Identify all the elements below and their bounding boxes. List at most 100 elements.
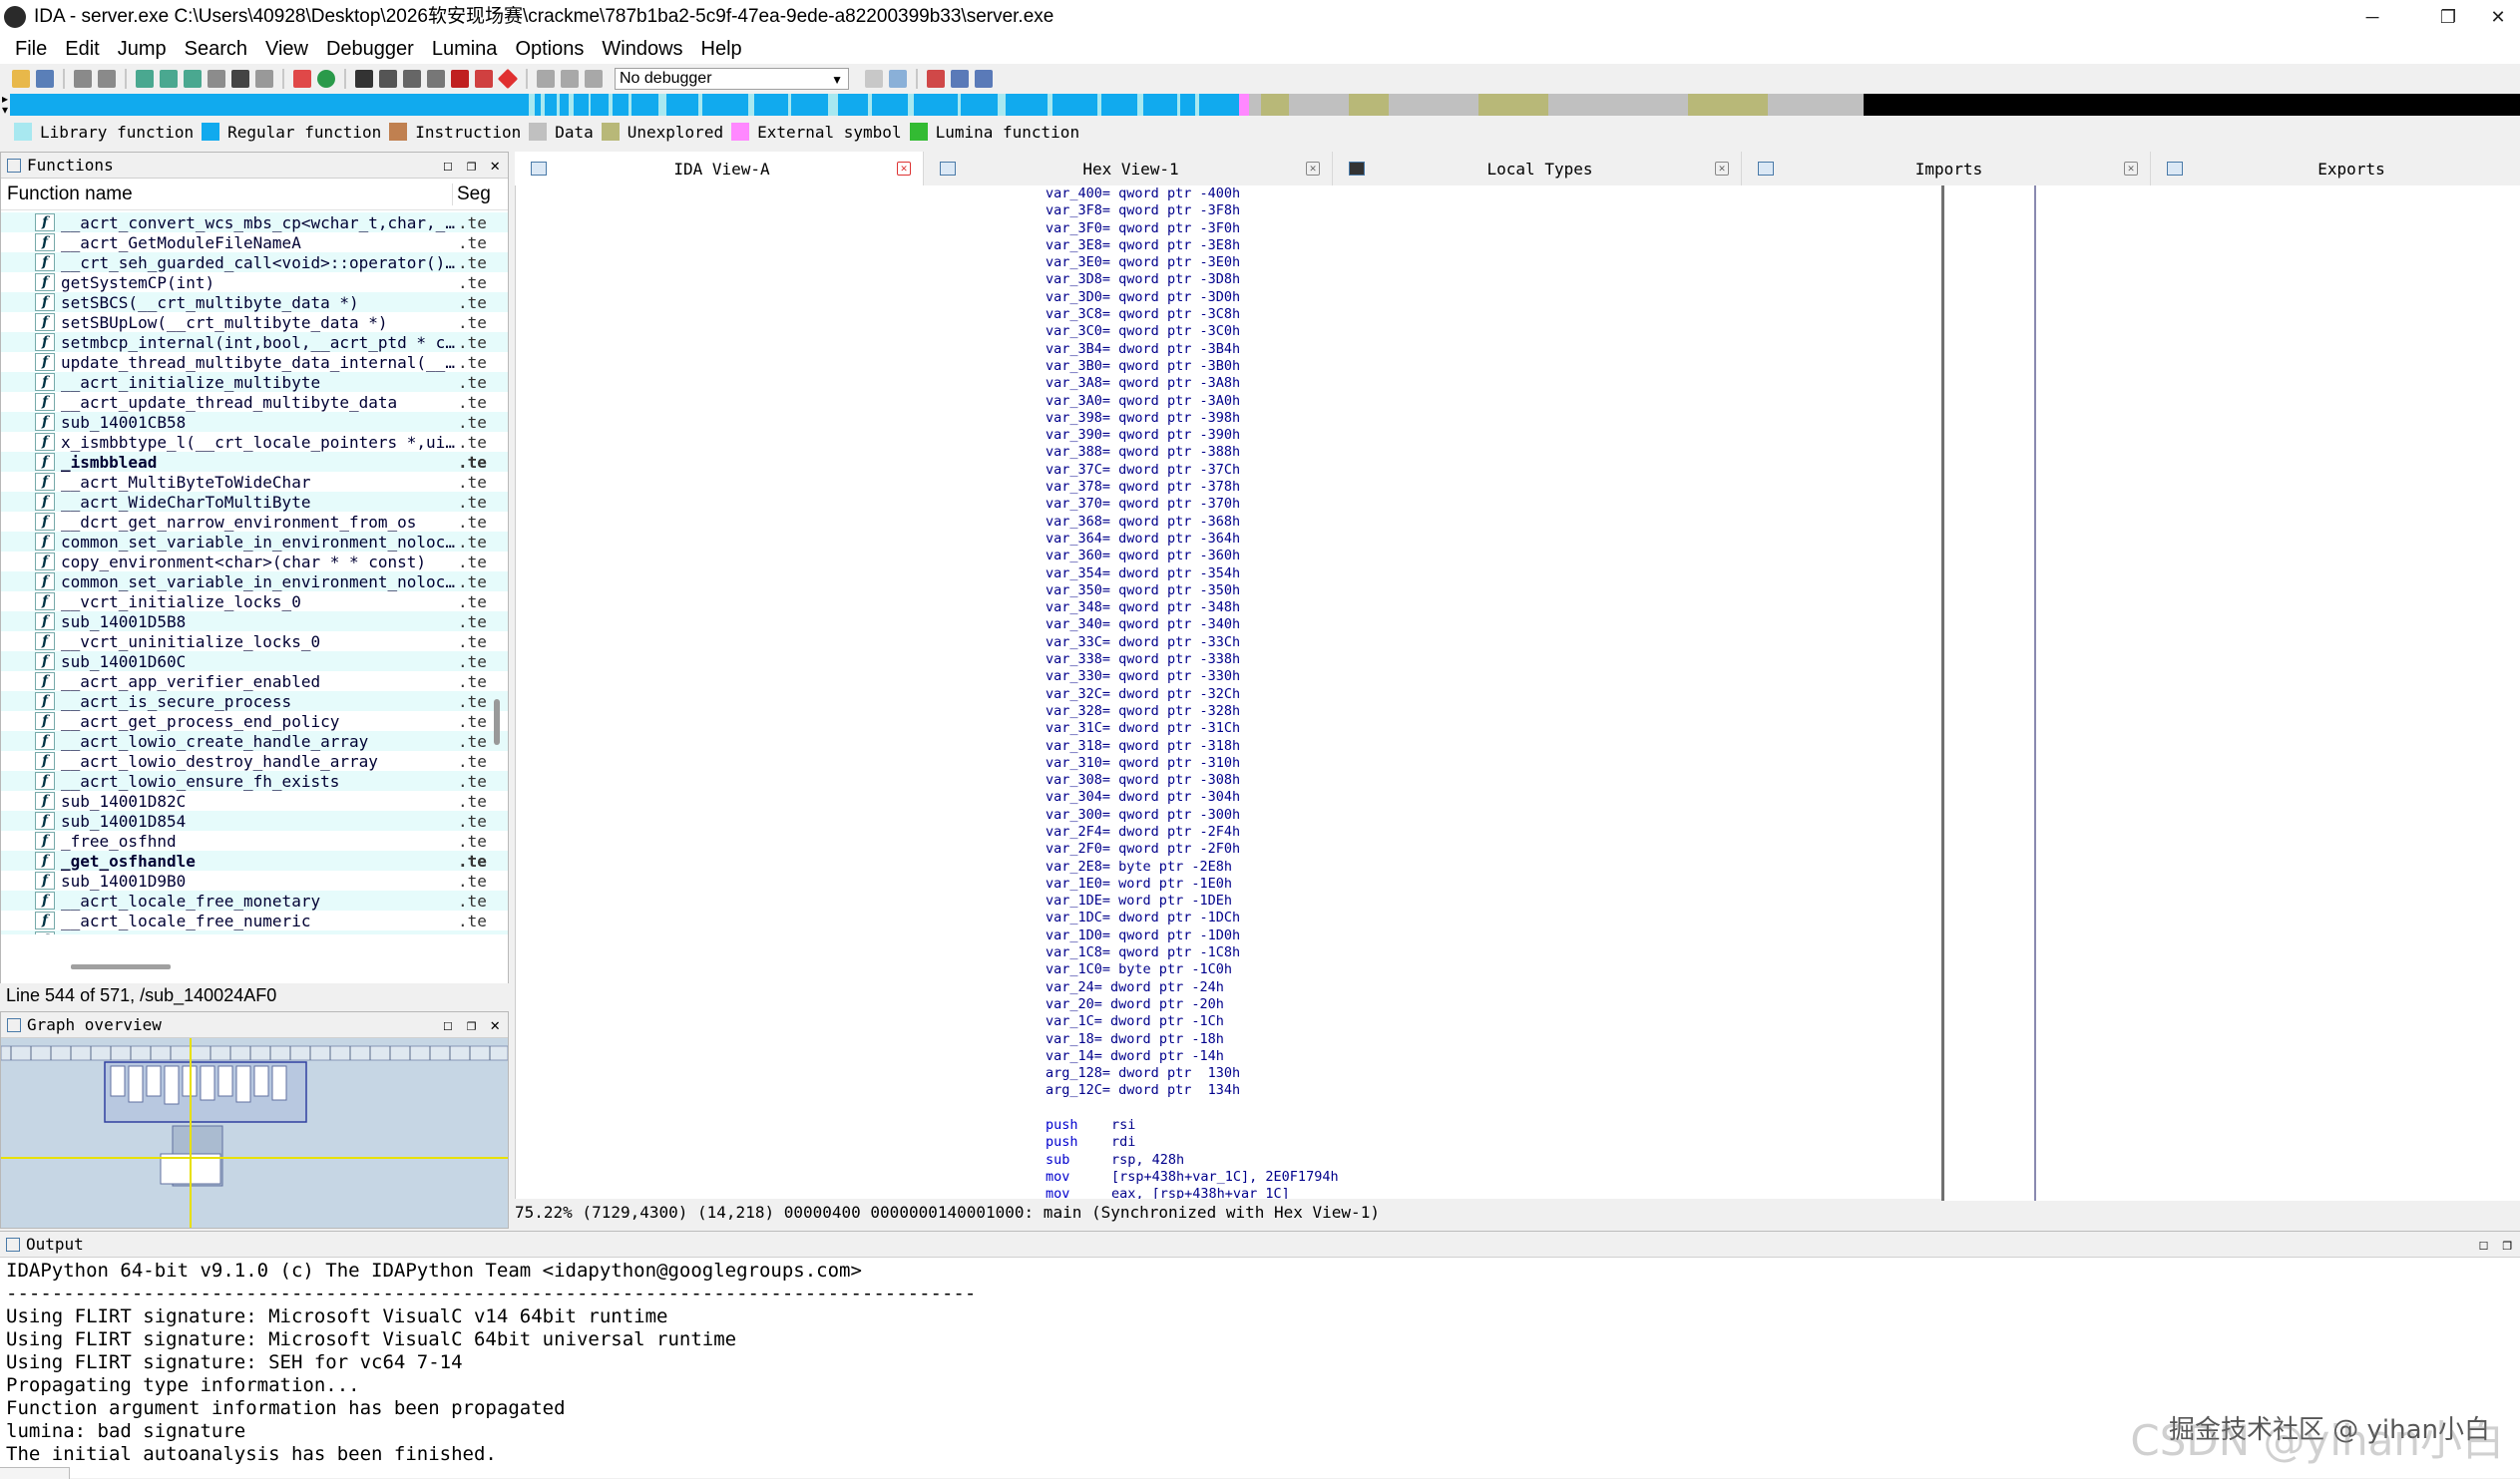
asm-var-name[interactable]: var_14 — [1046, 1048, 1094, 1064]
asm-var-line[interactable]: var_3B4= dword ptr -3B4h — [1046, 341, 1943, 358]
minimize-button[interactable]: ─ — [2342, 0, 2402, 34]
asm-var-name[interactable]: var_354 — [1046, 565, 1102, 581]
trace-icon[interactable] — [927, 70, 945, 88]
asm-var-line[interactable]: var_360= qword ptr -360h — [1046, 548, 1943, 564]
float-icon[interactable]: ❐ — [467, 1015, 477, 1034]
asm-var-line[interactable]: var_3F0= qword ptr -3F0h — [1046, 220, 1943, 237]
delete-icon[interactable] — [498, 69, 518, 89]
output-text[interactable]: IDAPython 64-bit v9.1.0 (c) The IDAPytho… — [6, 1260, 976, 1466]
tab-close-icon[interactable]: ✕ — [1306, 162, 1320, 176]
asm-var-line[interactable]: var_3C0= qword ptr -3C0h — [1046, 323, 1943, 340]
python-input-tab[interactable] — [0, 1467, 70, 1479]
asm-var-line[interactable]: var_32C= dword ptr -32Ch — [1046, 686, 1943, 703]
asm-var-line[interactable]: var_31C= dword ptr -31Ch — [1046, 720, 1943, 737]
asm-instruction-line[interactable]: pushrdi — [1046, 1134, 1943, 1151]
asm-var-line[interactable]: var_398= qword ptr -398h — [1046, 410, 1943, 427]
asm-var-name[interactable]: var_3A0 — [1046, 393, 1102, 409]
asm-var-line[interactable]: var_1D0= qword ptr -1D0h — [1046, 927, 1943, 944]
asm-var-name[interactable]: var_318 — [1046, 738, 1102, 754]
asm-var-line[interactable]: var_3A0= qword ptr -3A0h — [1046, 393, 1943, 410]
asm-var-name[interactable]: var_1C0 — [1046, 961, 1102, 977]
asm-var-line[interactable]: arg_12C= dword ptr 134h — [1046, 1082, 1943, 1099]
function-row[interactable]: f__vcrt_initialize_locks_0.te — [1, 591, 508, 611]
asm-var-name[interactable]: var_3B0 — [1046, 358, 1102, 374]
menu-lumina[interactable]: Lumina — [423, 34, 507, 64]
asm-var-line[interactable]: var_3B0= qword ptr -3B0h — [1046, 358, 1943, 375]
asm-var-name[interactable]: var_304 — [1046, 789, 1102, 805]
function-row[interactable]: f__acrt_locale_free_numeric.te — [1, 911, 508, 930]
menu-jump[interactable]: Jump — [109, 34, 176, 64]
function-row[interactable]: f__acrt_get_process_end_policy.te — [1, 711, 508, 731]
asm-var-line[interactable]: var_310= qword ptr -310h — [1046, 755, 1943, 772]
asm-var-line[interactable]: var_37C= dword ptr -37Ch — [1046, 462, 1943, 479]
save-icon[interactable] — [36, 70, 54, 88]
array-icon[interactable] — [427, 70, 445, 88]
asm-var-line[interactable]: var_2F4= dword ptr -2F4h — [1046, 824, 1943, 841]
asm-var-name[interactable]: var_388 — [1046, 444, 1102, 460]
tab-close-icon[interactable]: ✕ — [897, 162, 911, 176]
function-row[interactable]: fsub_14001D82C.te — [1, 791, 508, 811]
asm-var-name[interactable]: var_310 — [1046, 755, 1102, 771]
detach-icon[interactable] — [889, 70, 907, 88]
asm-var-name[interactable]: var_400 — [1046, 185, 1102, 201]
asm-var-name[interactable]: var_3F8 — [1046, 202, 1102, 218]
function-row[interactable]: ffree_crt_array_internal(void const * * … — [1, 930, 508, 934]
asm-var-name[interactable]: var_330 — [1046, 668, 1102, 684]
asm-instruction-line[interactable]: subrsp, 428h — [1046, 1152, 1943, 1169]
code-icon[interactable] — [355, 70, 373, 88]
asm-instruction-line[interactable]: pushrsi — [1046, 1117, 1943, 1134]
function-row[interactable]: fsetmbcp_internal(int,bool,__acrt_ptd * … — [1, 332, 508, 352]
asm-var-line[interactable]: var_338= qword ptr -338h — [1046, 651, 1943, 668]
stop-debug-icon[interactable] — [585, 70, 603, 88]
menu-edit[interactable]: Edit — [56, 34, 108, 64]
asm-var-name[interactable]: var_364 — [1046, 531, 1102, 547]
tab-ida-view-a[interactable]: IDA View-A✕ — [515, 152, 924, 185]
menu-options[interactable]: Options — [506, 34, 593, 64]
attach-icon[interactable] — [865, 70, 883, 88]
asm-var-line[interactable]: var_3F8= qword ptr -3F8h — [1046, 202, 1943, 219]
debugger-select[interactable]: No debugger▼ — [615, 68, 849, 90]
data-icon[interactable] — [379, 70, 397, 88]
float-icon[interactable]: ❐ — [467, 156, 477, 175]
function-row[interactable]: f__acrt_locale_free_monetary.te — [1, 891, 508, 911]
asm-var-line[interactable]: var_3A8= qword ptr -3A8h — [1046, 375, 1943, 392]
function-row[interactable]: fupdate_thread_multibyte_data_internal(_… — [1, 352, 508, 372]
asm-var-line[interactable]: var_20= dword ptr -20h — [1046, 996, 1943, 1013]
breakpoint-icon[interactable] — [475, 70, 493, 88]
function-row[interactable]: f__acrt_app_verifier_enabled.te — [1, 671, 508, 691]
function-row[interactable]: fx_ismbbtype_l(__crt_locale_pointers *,u… — [1, 432, 508, 452]
close-icon[interactable]: ✕ — [490, 156, 500, 175]
function-row[interactable]: f_ismbblead.te — [1, 452, 508, 472]
asm-var-line[interactable]: var_348= qword ptr -348h — [1046, 599, 1943, 616]
layout-icon[interactable] — [975, 70, 993, 88]
menu-help[interactable]: Help — [692, 34, 751, 64]
asm-var-line[interactable]: var_388= qword ptr -388h — [1046, 444, 1943, 461]
function-row[interactable]: f__acrt_MultiByteToWideChar.te — [1, 472, 508, 492]
asm-var-name[interactable]: var_3B4 — [1046, 341, 1102, 357]
text-search-icon[interactable] — [208, 70, 225, 88]
asm-var-name[interactable]: var_328 — [1046, 703, 1102, 719]
function-row[interactable]: f__acrt_WideCharToMultiByte.te — [1, 492, 508, 512]
forward-icon[interactable] — [98, 70, 116, 88]
asm-var-line[interactable]: var_2E8= byte ptr -2E8h — [1046, 859, 1943, 876]
function-row[interactable]: f__acrt_convert_wcs_mbs_cp<wchar_t,char,… — [1, 212, 508, 232]
maximize-icon[interactable]: ☐ — [443, 1015, 453, 1034]
asm-var-line[interactable]: var_3E0= qword ptr -3E0h — [1046, 254, 1943, 271]
asm-var-line[interactable]: var_370= qword ptr -370h — [1046, 496, 1943, 513]
stop-icon[interactable] — [451, 70, 469, 88]
asm-var-name[interactable]: var_398 — [1046, 410, 1102, 426]
asm-var-line[interactable]: var_378= qword ptr -378h — [1046, 479, 1943, 496]
asm-var-name[interactable]: var_338 — [1046, 651, 1102, 667]
function-row[interactable]: fsub_14001D60C.te — [1, 651, 508, 671]
function-row[interactable]: fsetSBUpLow(__crt_multibyte_data *).te — [1, 312, 508, 332]
asm-var-name[interactable]: var_2E8 — [1046, 859, 1102, 875]
asm-var-name[interactable]: var_1DE — [1046, 893, 1102, 909]
function-row[interactable]: fsub_14001D5B8.te — [1, 611, 508, 631]
back-icon[interactable] — [74, 70, 92, 88]
asm-var-line[interactable]: var_24= dword ptr -24h — [1046, 979, 1943, 996]
open-file-icon[interactable] — [12, 70, 30, 88]
asm-var-name[interactable]: var_368 — [1046, 514, 1102, 530]
asm-var-name[interactable]: var_370 — [1046, 496, 1102, 512]
function-row[interactable]: f__crt_seh_guarded_call<void>::operator(… — [1, 252, 508, 272]
menu-windows[interactable]: Windows — [593, 34, 691, 64]
